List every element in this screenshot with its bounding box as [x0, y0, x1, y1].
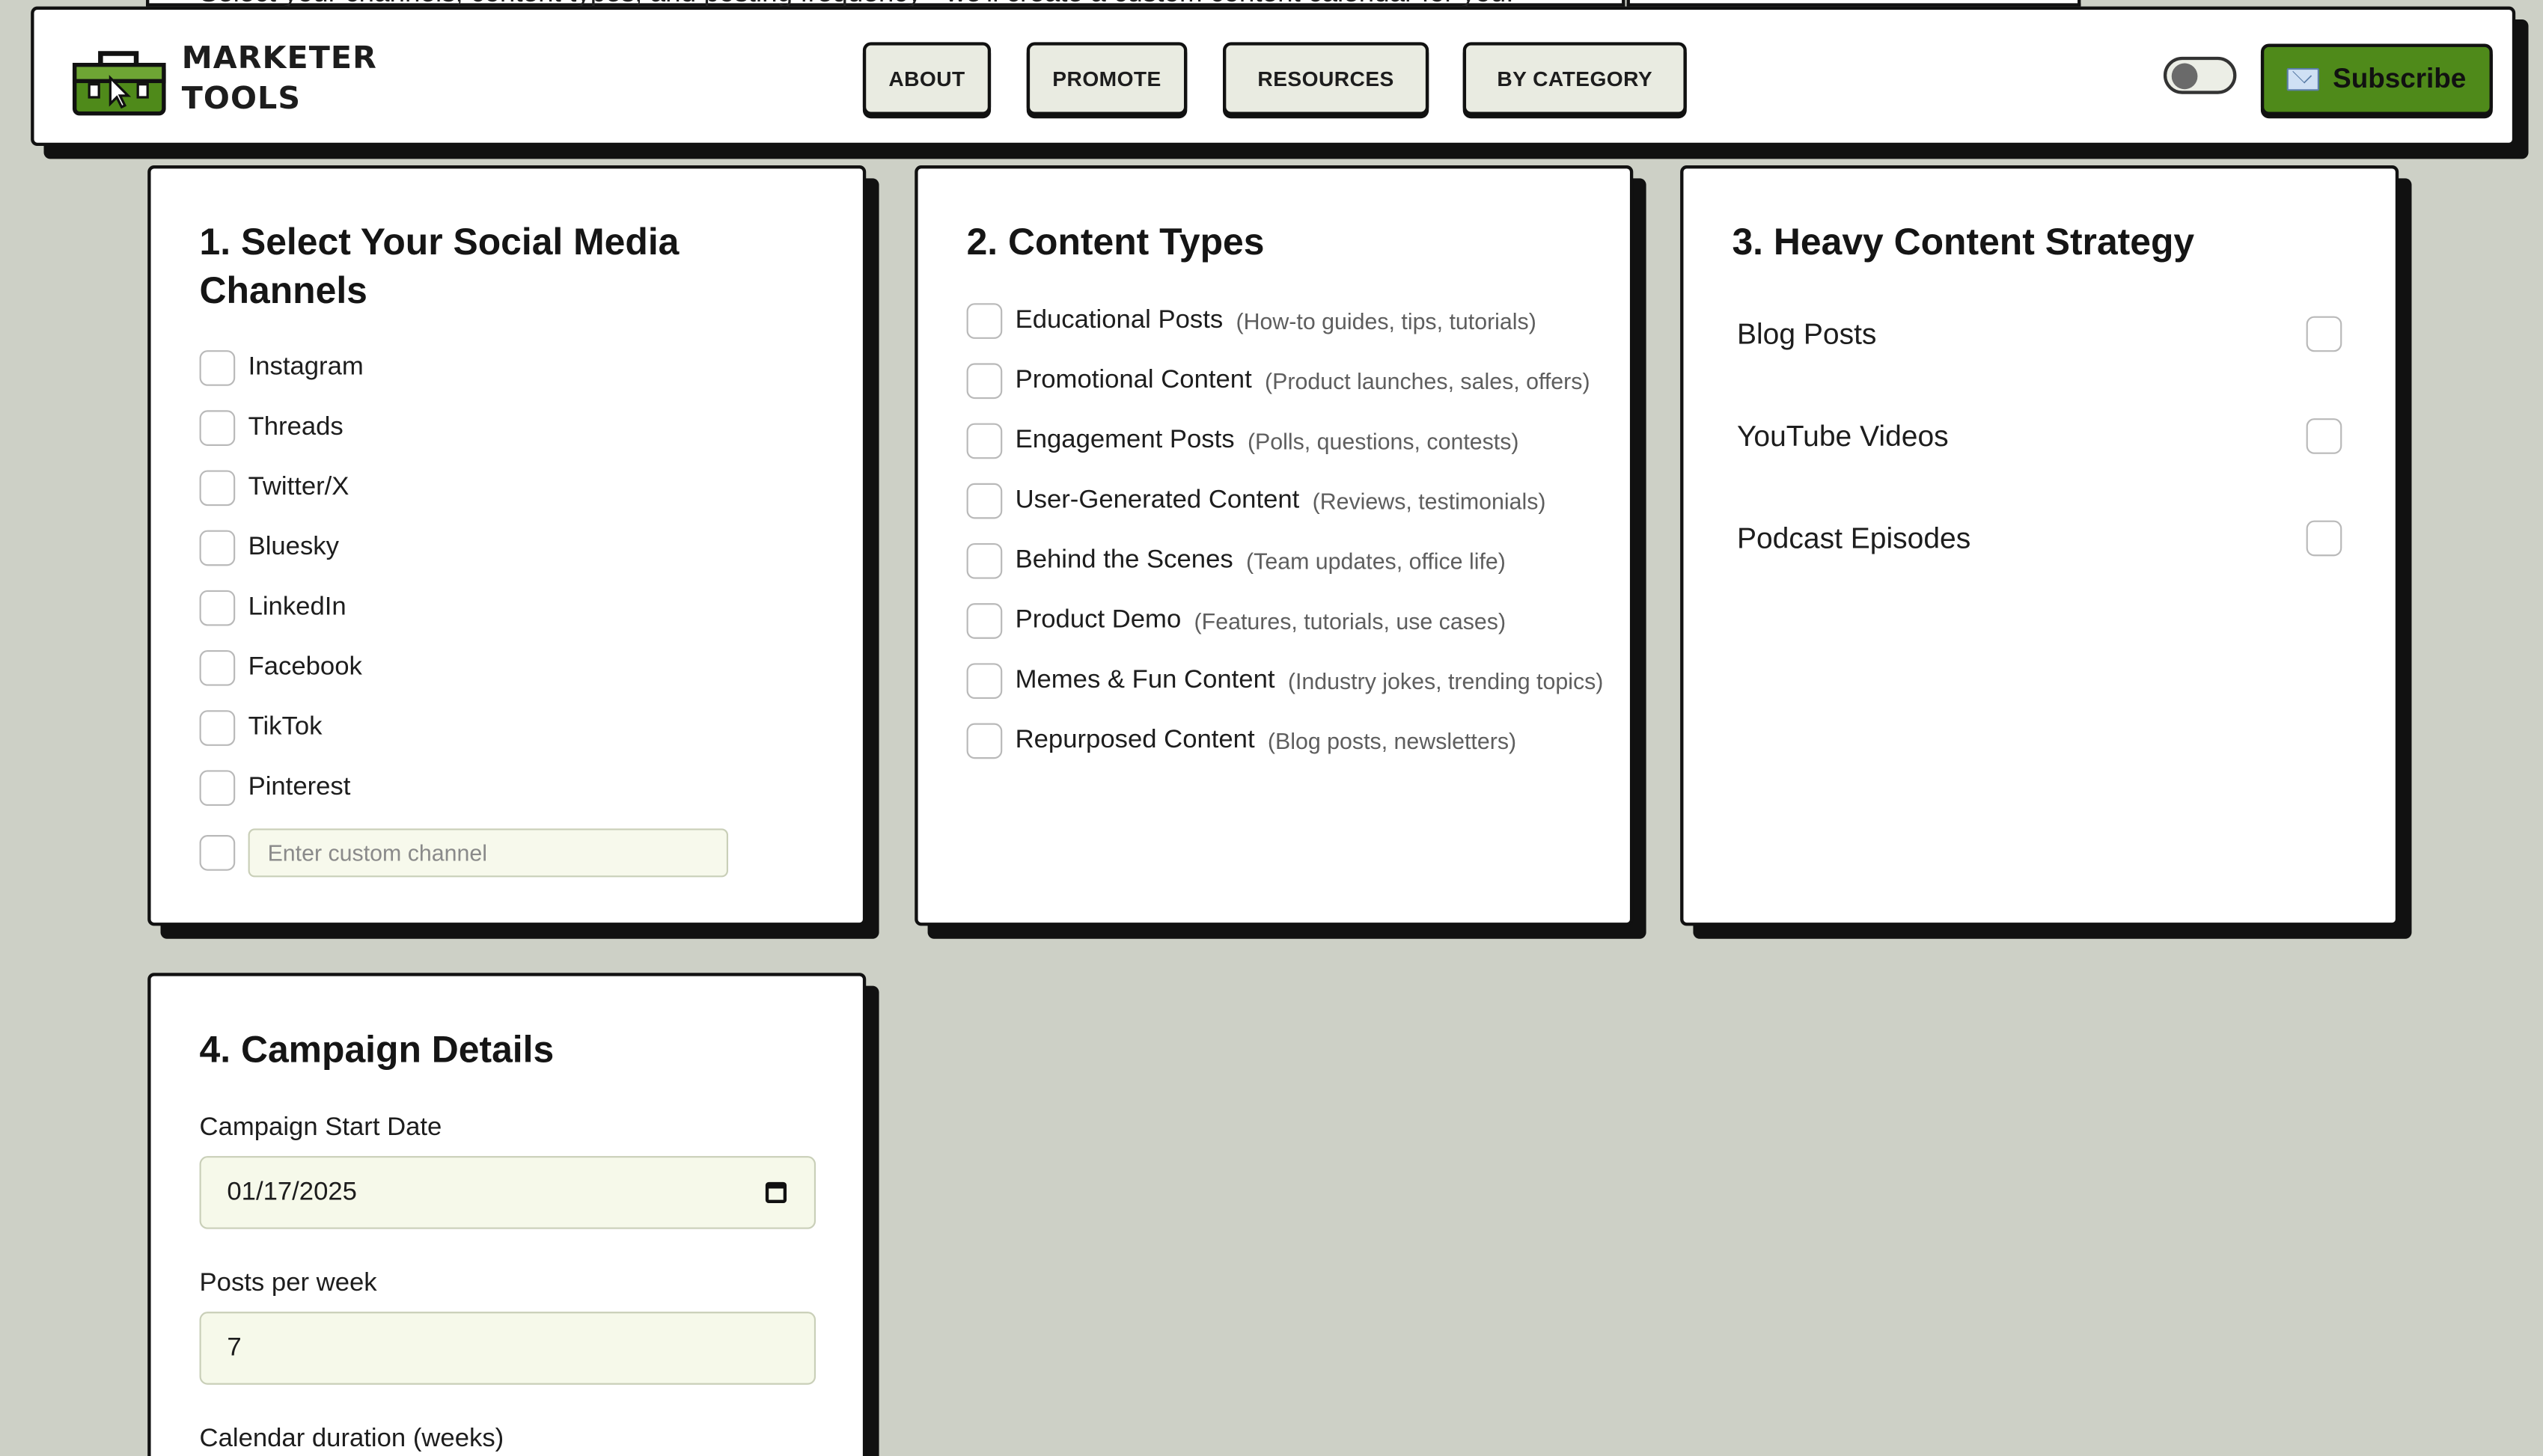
duration-label: Calendar duration (weeks): [199, 1425, 504, 1453]
channel-label: Threads: [248, 413, 344, 441]
section-title: 1. Select Your Social Media Channels: [199, 220, 680, 312]
site-header: MARKETER TOOLS ABOUT PROMOTE RESOURCES B…: [31, 6, 2516, 147]
channel-option[interactable]: Bluesky: [199, 530, 339, 566]
social-channels-card: 1. Select Your Social Media Channels Ins…: [147, 165, 867, 926]
start-date-value: 01/17/2025: [227, 1178, 357, 1206]
channel-option[interactable]: Twitter/X: [199, 470, 349, 507]
content-type-label: Educational Posts: [1015, 306, 1224, 334]
channel-option[interactable]: Pinterest: [199, 770, 351, 807]
custom-channel-input[interactable]: Enter custom channel: [248, 828, 729, 878]
content-type-desc: (Product launches, sales, offers): [1265, 367, 1590, 394]
section-title: 3. Heavy Content Strategy: [1732, 220, 2195, 263]
channel-label: Instagram: [248, 353, 364, 382]
channel-label: LinkedIn: [248, 593, 347, 621]
checkbox[interactable]: [2306, 418, 2342, 454]
content-type-option[interactable]: Promotional Content (Product launches, sa…: [966, 363, 1590, 400]
checkbox[interactable]: [199, 530, 236, 566]
content-type-label: Promotional Content: [1015, 366, 1252, 394]
channel-option[interactable]: LinkedIn: [199, 590, 347, 626]
channel-option[interactable]: Threads: [199, 410, 344, 446]
channel-label: TikTok: [248, 713, 323, 741]
nav-promote-button[interactable]: PROMOTE: [1026, 42, 1188, 115]
heavy-content-option[interactable]: Blog Posts: [1737, 316, 2342, 352]
checkbox[interactable]: [966, 663, 1003, 700]
channel-option[interactable]: Instagram: [199, 350, 364, 386]
toolbox-logo-icon[interactable]: [71, 42, 168, 117]
channel-label: Bluesky: [248, 533, 339, 561]
nav-by-category-button[interactable]: BY CATEGORY: [1462, 42, 1687, 115]
checkbox[interactable]: [966, 723, 1003, 759]
checkbox[interactable]: [966, 303, 1003, 339]
checkbox[interactable]: [2306, 316, 2342, 352]
heavy-content-label: Blog Posts: [1736, 316, 1877, 350]
heavy-content-option[interactable]: YouTube Videos: [1737, 418, 2342, 454]
channel-label: Facebook: [248, 653, 362, 682]
content-type-option[interactable]: Engagement Posts (Polls, questions, conte…: [966, 423, 1519, 459]
checkbox[interactable]: [966, 483, 1003, 519]
dark-mode-toggle[interactable]: [2163, 56, 2237, 94]
checkbox[interactable]: [966, 542, 1003, 579]
brand-line-1: MARKETER: [181, 40, 377, 76]
checkbox[interactable]: [199, 770, 236, 807]
content-type-option[interactable]: Behind the Scenes (Team updates, office l…: [966, 542, 1506, 579]
content-type-desc: (How-to guides, tips, tutorials): [1236, 308, 1536, 334]
content-type-label: Product Demo: [1015, 606, 1182, 634]
heavy-content-card: 3. Heavy Content Strategy Blog Posts You…: [1680, 165, 2399, 926]
content-type-desc: (Polls, questions, contests): [1247, 428, 1519, 454]
content-types-card: 2. Content Types Educational Posts (How-t…: [915, 165, 1634, 926]
posts-per-week-input[interactable]: 7: [199, 1312, 816, 1385]
content-type-desc: (Industry jokes, trending topics): [1287, 667, 1604, 694]
checkbox[interactable]: [199, 650, 236, 686]
custom-channel-option: Enter custom channel: [199, 828, 729, 878]
content-type-desc: (Reviews, testimonials): [1312, 488, 1546, 514]
section-title: 2. Content Types: [966, 220, 1265, 263]
brand-name[interactable]: MARKETER TOOLS: [182, 39, 377, 120]
checkbox[interactable]: [966, 603, 1003, 639]
start-date-label: Campaign Start Date: [199, 1113, 442, 1142]
channel-label: Pinterest: [248, 773, 351, 801]
content-type-desc: (Team updates, office life): [1246, 548, 1506, 575]
heavy-content-label: YouTube Videos: [1736, 419, 1949, 452]
heavy-content-option[interactable]: Podcast Episodes: [1736, 520, 2342, 557]
content-type-label: Engagement Posts: [1015, 426, 1235, 454]
nav-resources-button[interactable]: RESOURCES: [1222, 42, 1429, 115]
checkbox[interactable]: [199, 590, 236, 626]
checkbox[interactable]: [2306, 520, 2342, 557]
brand-line-2: TOOLS: [181, 81, 302, 117]
calendar-icon[interactable]: [765, 1181, 787, 1203]
nav-about-button[interactable]: ABOUT: [862, 42, 992, 115]
checkbox[interactable]: [199, 470, 236, 507]
channel-label: Twitter/X: [248, 473, 349, 501]
posts-per-week-label: Posts per week: [199, 1269, 377, 1297]
content-type-option[interactable]: Product Demo (Features, tutorials, use ca…: [966, 603, 1506, 639]
checkbox[interactable]: [199, 350, 236, 386]
channel-option[interactable]: TikTok: [199, 710, 323, 746]
checkbox[interactable]: [199, 710, 236, 746]
subscribe-label: Subscribe: [2333, 63, 2467, 94]
content-type-option[interactable]: Educational Posts (How-to guides, tips, t…: [966, 303, 1536, 339]
content-type-label: Behind the Scenes: [1015, 546, 1233, 575]
heavy-content-label: Podcast Episodes: [1736, 521, 1971, 554]
start-date-input[interactable]: 01/17/2025: [199, 1156, 816, 1229]
toggle-knob: [2171, 63, 2198, 90]
checkbox[interactable]: [199, 835, 236, 871]
content-type-option[interactable]: Repurposed Content (Blog posts, newslette…: [966, 723, 1517, 759]
checkbox[interactable]: [966, 363, 1003, 400]
channel-option[interactable]: Facebook: [199, 650, 362, 686]
content-type-desc: (Features, tutorials, use cases): [1194, 608, 1506, 634]
content-type-label: User-Generated Content: [1015, 486, 1300, 514]
campaign-details-card: 4. Campaign Details Campaign Start Date …: [147, 973, 867, 1456]
content-type-desc: (Blog posts, newsletters): [1267, 728, 1517, 754]
checkbox[interactable]: [199, 410, 236, 446]
content-type-label: Repurposed Content: [1015, 726, 1255, 754]
posts-per-week-value: 7: [227, 1333, 242, 1362]
subscribe-button[interactable]: Subscribe: [2260, 43, 2493, 115]
content-type-label: Memes & Fun Content: [1015, 666, 1275, 694]
section-title: 4. Campaign Details: [199, 1027, 555, 1071]
envelope-icon: [2287, 68, 2320, 91]
content-type-option[interactable]: Memes & Fun Content (Industry jokes, tren…: [966, 663, 1604, 700]
checkbox[interactable]: [966, 423, 1003, 459]
content-type-option[interactable]: User-Generated Content (Reviews, testimon…: [966, 483, 1546, 519]
